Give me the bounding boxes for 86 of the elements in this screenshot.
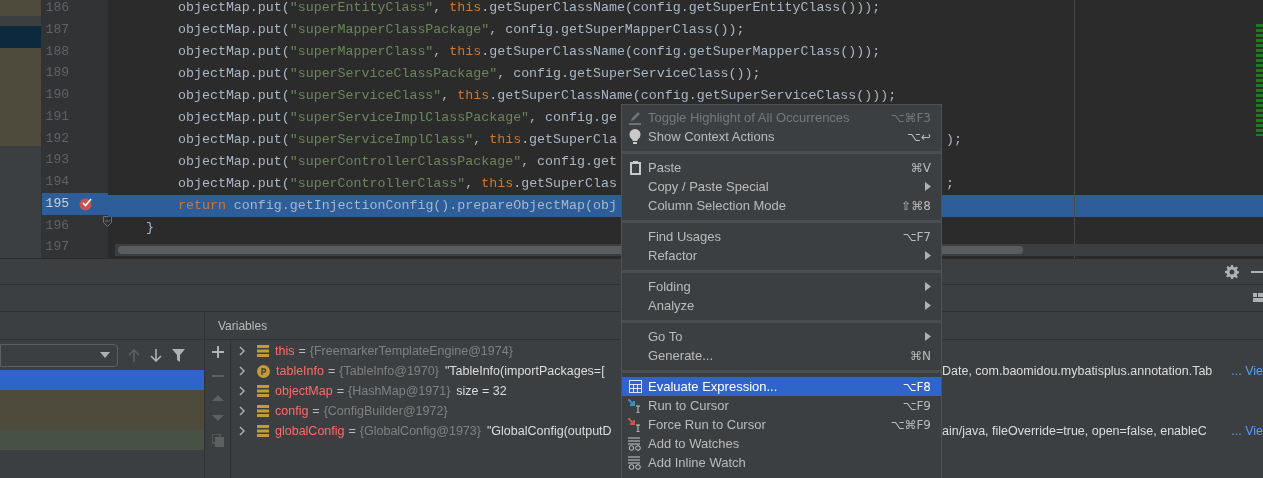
move-up-icon[interactable] bbox=[211, 394, 224, 402]
parameter-icon bbox=[257, 364, 270, 378]
calculator-icon bbox=[628, 380, 642, 393]
variable-type: {FreemarkerTemplateEngine@1974} bbox=[309, 342, 513, 360]
equals-sign: = bbox=[312, 402, 320, 420]
code-fragment: ; bbox=[946, 175, 954, 193]
watch-icon bbox=[628, 436, 642, 451]
menu-item[interactable]: Folding bbox=[622, 277, 941, 296]
tree-row[interactable] bbox=[0, 48, 41, 146]
tree-row[interactable] bbox=[0, 0, 41, 16]
code-line: return config.getInjectionConfig().prepareObjectMap(obj bbox=[178, 198, 617, 213]
menu-item[interactable]: Add to Watches bbox=[622, 434, 941, 453]
view-link[interactable]: ... Vie bbox=[1231, 421, 1263, 441]
frame-row[interactable] bbox=[0, 370, 204, 390]
view-link[interactable]: ... Vie bbox=[1231, 361, 1263, 381]
down-arrow-icon[interactable] bbox=[150, 348, 162, 362]
frame-row[interactable] bbox=[0, 430, 204, 450]
menu-item[interactable]: Paste ⌘V bbox=[622, 158, 941, 177]
up-arrow-icon[interactable] bbox=[128, 348, 140, 362]
variable-name: config bbox=[275, 402, 309, 420]
layout-icon[interactable] bbox=[1253, 293, 1263, 303]
code-line: objectMap.put("superServiceClass", this.getSuperClassName(config.getSuperServiceClass())); bbox=[178, 88, 897, 103]
variable-value: size = 32 bbox=[456, 382, 507, 400]
settings-icon[interactable] bbox=[1225, 264, 1239, 279]
code-line: objectMap.put("superServiceClassPackage", config.getSuperServiceClass()); bbox=[178, 66, 761, 81]
equals-sign: = bbox=[336, 382, 344, 400]
code-line: objectMap.put("superControllerClassPackage", config.get bbox=[178, 154, 617, 169]
equals-sign: = bbox=[327, 362, 336, 380]
menu-item[interactable]: Go To bbox=[622, 327, 941, 346]
run-to-cursor-icon bbox=[628, 398, 642, 413]
menu-item[interactable]: Analyze bbox=[622, 296, 941, 315]
force-run-to-cursor-icon bbox=[628, 417, 642, 432]
watch-icon bbox=[628, 455, 642, 470]
equals-sign: = bbox=[298, 342, 306, 360]
variable-name: this bbox=[275, 342, 295, 360]
lightbulb-icon bbox=[629, 129, 641, 144]
menu-item[interactable]: Force Run to Cursor ⌥⌘F9 bbox=[622, 415, 941, 434]
equals-sign: = bbox=[348, 422, 356, 440]
add-icon[interactable] bbox=[211, 346, 224, 358]
field-icon bbox=[257, 405, 269, 417]
tree-row[interactable] bbox=[0, 26, 41, 48]
code-line: objectMap.put("superEntityClass", this.getSuperClassName(config.getSuperEntityClass())); bbox=[178, 0, 881, 15]
panel-title: Variables bbox=[218, 317, 268, 335]
field-icon bbox=[257, 425, 269, 437]
menu-item[interactable]: Add Inline Watch bbox=[622, 453, 941, 472]
breakpoint-icon[interactable] bbox=[79, 196, 93, 211]
copy-icon[interactable] bbox=[211, 434, 224, 447]
move-down-icon[interactable] bbox=[211, 414, 224, 422]
fold-icon[interactable] bbox=[103, 215, 112, 227]
code-line: objectMap.put("superControllerClass", this.getSuperClas bbox=[178, 176, 617, 191]
menu-item[interactable]: Run to Cursor ⌥F9 bbox=[622, 396, 941, 415]
minimize-icon[interactable] bbox=[1251, 270, 1263, 273]
menu-item[interactable]: Evaluate Expression... ⌥F8 bbox=[622, 377, 941, 396]
clipboard-icon bbox=[629, 160, 641, 175]
field-icon bbox=[257, 345, 269, 357]
variable-type: {TableInfo@1970} bbox=[339, 362, 439, 380]
code-line: objectMap.put("superMapperClassPackage", config.getSuperMapperClass()); bbox=[178, 22, 745, 37]
variable-name: objectMap bbox=[275, 382, 333, 400]
frame-row[interactable] bbox=[0, 410, 204, 430]
menu-item[interactable]: Generate... ⌘N bbox=[622, 346, 941, 365]
code-line: objectMap.put("superMapperClass", this.getSuperClassName(config.getSuperMapperClass())); bbox=[178, 44, 881, 59]
code-fragment: ); bbox=[946, 131, 962, 149]
field-icon bbox=[257, 385, 269, 397]
variable-type: {ConfigBuilder@1972} bbox=[323, 402, 448, 420]
code-line: objectMap.put("superServiceImplClass", this.getSuperCla bbox=[178, 132, 617, 147]
filter-icon[interactable] bbox=[172, 348, 185, 362]
variable-name: tableInfo bbox=[276, 362, 324, 380]
pencil-icon bbox=[628, 110, 642, 125]
variable-value: "GlobalConfig(outputD bbox=[486, 422, 612, 440]
frame-row[interactable] bbox=[0, 390, 204, 410]
variable-name: globalConfig bbox=[275, 422, 345, 440]
menu-item[interactable]: Find Usages ⌥F7 bbox=[622, 227, 941, 246]
menu-item[interactable]: Refactor bbox=[622, 246, 941, 265]
variable-type: {GlobalConfig@1973} bbox=[359, 422, 481, 440]
menu-item[interactable]: Copy / Paste Special bbox=[622, 177, 941, 196]
line-number: 195 bbox=[44, 194, 69, 213]
menu-item[interactable]: Column Selection Mode ⇧⌘8 bbox=[622, 196, 941, 215]
variable-value: "TableInfo(importPackages=[ bbox=[444, 362, 605, 380]
thread-dropdown[interactable] bbox=[0, 343, 118, 367]
code-line: objectMap.put("superServiceImplClassPackage", config.ge bbox=[178, 110, 617, 125]
variable-value: Date, com.baomidou.mybatisplus.annotation.Tab bbox=[942, 362, 1213, 380]
menu-item[interactable]: Show Context Actions ⌥↩ bbox=[622, 127, 941, 146]
dropdown-caret-icon bbox=[100, 352, 110, 358]
code-line: } bbox=[146, 220, 154, 235]
variable-type: {HashMap@1971} bbox=[348, 382, 451, 400]
variable-value: ain/java, fileOverride=true, open=false, enableC bbox=[942, 422, 1207, 440]
